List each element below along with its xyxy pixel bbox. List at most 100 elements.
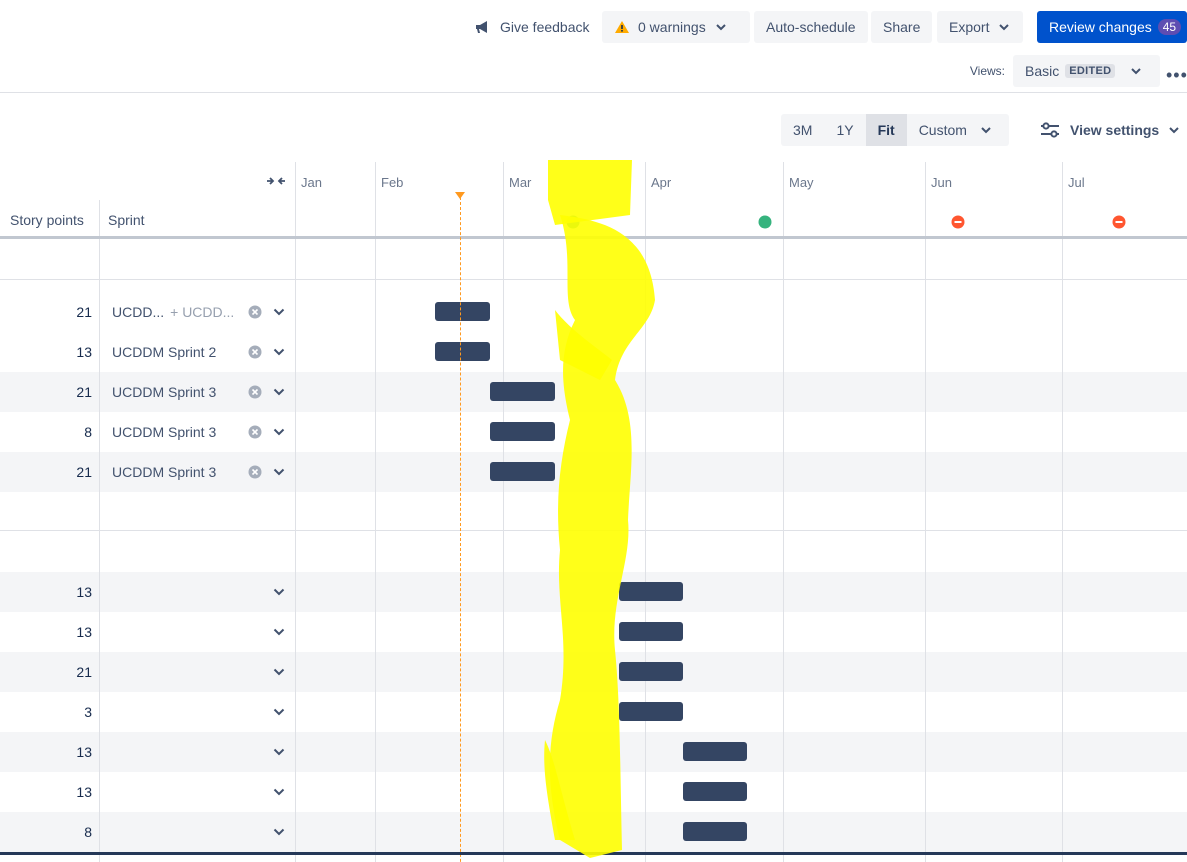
chevron-down-icon <box>1131 68 1142 75</box>
review-changes-button[interactable]: Review changes 45 <box>1037 11 1187 43</box>
sprint-cell[interactable]: UCDDM Sprint 3 <box>112 464 216 480</box>
timeline-bar[interactable] <box>619 622 683 641</box>
zoom-3m-button[interactable]: 3M <box>781 114 824 146</box>
clear-sprint-icon[interactable] <box>248 305 262 319</box>
chevron-down-icon[interactable] <box>272 385 286 399</box>
story-points-cell: 13 <box>76 624 92 640</box>
timeline-bar[interactable] <box>619 582 683 601</box>
view-settings-button[interactable]: View settings <box>1040 114 1181 146</box>
month-gridline <box>375 162 376 862</box>
column-divider <box>295 162 296 862</box>
sprint-cell[interactable]: UCDDM Sprint 3 <box>112 384 216 400</box>
zoom-segmented-control: 3M 1Y Fit Custom <box>781 114 1009 146</box>
group-divider <box>0 530 1187 531</box>
table-row[interactable]: 13 <box>0 732 1187 772</box>
table-row[interactable]: 13 <box>0 572 1187 612</box>
share-button[interactable]: Share <box>871 11 933 43</box>
sprint-cell[interactable]: UCDDM Sprint 3 <box>112 424 216 440</box>
timeline-bar[interactable] <box>683 822 747 841</box>
sliders-icon <box>1041 122 1059 138</box>
table-row[interactable]: 13 <box>0 612 1187 652</box>
story-points-cell: 21 <box>76 464 92 480</box>
zoom-1y-button[interactable]: 1Y <box>824 114 865 146</box>
chevron-down-icon[interactable] <box>272 345 286 359</box>
zoom-custom-dropdown[interactable]: Custom <box>907 114 1009 146</box>
give-feedback-label: Give feedback <box>500 19 590 35</box>
chevron-down-icon[interactable] <box>272 825 286 839</box>
views-row: Views: Basic EDITED ••• <box>0 52 1187 92</box>
clear-sprint-icon[interactable] <box>248 345 262 359</box>
timeline-bar[interactable] <box>435 302 490 321</box>
clear-sprint-icon[interactable] <box>248 425 262 439</box>
table-row[interactable]: 21 UCDD... + UCDD... <box>0 292 1187 332</box>
views-selected: Basic <box>1025 63 1060 79</box>
story-points-cell: 13 <box>76 584 92 600</box>
chevron-down-icon[interactable] <box>272 745 286 759</box>
story-points-cell: 13 <box>76 784 92 800</box>
sprint-header[interactable]: Sprint <box>108 212 145 228</box>
chevron-down-icon[interactable] <box>272 665 286 679</box>
today-marker-line <box>460 192 461 862</box>
month-gridline <box>1062 162 1063 862</box>
more-actions-button[interactable]: ••• <box>1166 65 1187 86</box>
timeline-bar[interactable] <box>683 782 747 801</box>
collapse-columns-icon[interactable] <box>266 174 286 188</box>
chevron-down-icon[interactable] <box>272 305 286 319</box>
zoom-fit-button[interactable]: Fit <box>865 114 907 146</box>
story-points-cell: 3 <box>84 704 92 720</box>
milestone-blocked-icon[interactable] <box>951 215 965 229</box>
warnings-label: 0 warnings <box>638 19 706 35</box>
chevron-down-icon[interactable] <box>272 785 286 799</box>
chevron-down-icon[interactable] <box>272 625 286 639</box>
export-label: Export <box>949 19 990 35</box>
month-gridline <box>783 162 784 862</box>
edited-badge: EDITED <box>1065 64 1116 78</box>
chevron-down-icon[interactable] <box>272 585 286 599</box>
views-label: Views: <box>969 64 1005 78</box>
table-row[interactable]: 21 UCDDM Sprint 3 <box>0 372 1187 412</box>
story-points-cell: 21 <box>76 664 92 680</box>
auto-schedule-button[interactable]: Auto-schedule <box>754 11 868 43</box>
column-divider <box>99 200 100 862</box>
warnings-dropdown[interactable]: 0 warnings <box>602 11 750 43</box>
timeline-bar[interactable] <box>619 662 683 681</box>
table-row[interactable]: 8 <box>0 812 1187 852</box>
sprint-cell[interactable]: UCDD... + UCDD... <box>112 304 234 320</box>
month-label: May <box>789 175 814 190</box>
timeline-grid: 21 UCDD... + UCDD... 13 UCDDM Sprint 2 21… <box>0 162 1187 862</box>
table-row[interactable]: 8 UCDDM Sprint 3 <box>0 412 1187 452</box>
month-label: Feb <box>381 175 404 190</box>
story-points-header[interactable]: Story points <box>10 212 84 228</box>
views-select[interactable]: Basic EDITED <box>1013 55 1160 87</box>
timeline-bar[interactable] <box>490 382 555 401</box>
timeline-bar[interactable] <box>490 462 555 481</box>
give-feedback-button[interactable]: Give feedback <box>462 11 602 43</box>
auto-schedule-label: Auto-schedule <box>766 19 856 35</box>
milestone-done-icon[interactable] <box>566 215 580 229</box>
sprint-cell[interactable]: UCDDM Sprint 2 <box>112 344 216 360</box>
timeline-bar[interactable] <box>683 742 747 761</box>
table-row[interactable]: 21 UCDDM Sprint 3 <box>0 452 1187 492</box>
timeline-bar[interactable] <box>490 422 555 441</box>
clear-sprint-icon[interactable] <box>248 465 262 479</box>
table-row[interactable]: 21 <box>0 652 1187 692</box>
clear-sprint-icon[interactable] <box>248 385 262 399</box>
story-points-cell: 21 <box>76 304 92 320</box>
milestone-blocked-icon[interactable] <box>1112 215 1126 229</box>
milestone-done-icon[interactable] <box>758 215 772 229</box>
timeline-bar[interactable] <box>435 342 490 361</box>
table-row[interactable]: 13 UCDDM Sprint 2 <box>0 332 1187 372</box>
story-points-cell: 13 <box>76 744 92 760</box>
chevron-down-icon[interactable] <box>272 705 286 719</box>
chevron-down-icon[interactable] <box>272 465 286 479</box>
review-count-badge: 45 <box>1157 19 1182 35</box>
table-row[interactable]: 3 <box>0 692 1187 732</box>
bottom-border <box>0 852 1187 855</box>
export-dropdown[interactable]: Export <box>937 11 1024 43</box>
chevron-down-icon[interactable] <box>272 425 286 439</box>
megaphone-icon <box>476 21 487 33</box>
story-points-cell: 8 <box>84 424 92 440</box>
timeline-bar[interactable] <box>619 702 683 721</box>
table-row[interactable]: 13 <box>0 772 1187 812</box>
review-changes-label: Review changes <box>1049 19 1152 35</box>
